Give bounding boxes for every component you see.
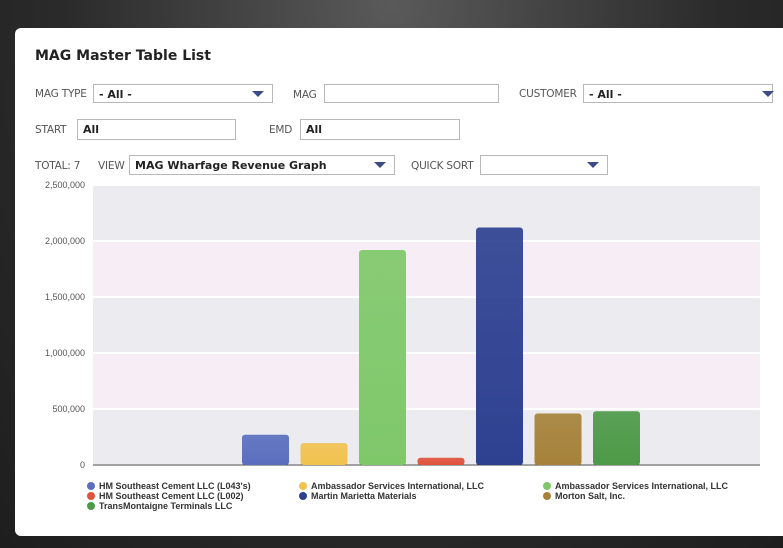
revenue-bar-chart: 0 500,000 1,000,000 1,500,000 2,000,000 2,500… (45, 180, 760, 470)
customer-label: CUSTOMER (519, 88, 577, 100)
customer-select[interactable]: - All - (583, 84, 774, 103)
chevron-down-icon (252, 91, 264, 97)
legend-marker (87, 492, 95, 500)
bar-1 (242, 434, 289, 465)
customer-value: - All - (589, 88, 622, 101)
start-input[interactable]: All (77, 119, 236, 140)
legend-marker (543, 492, 551, 500)
start-label: START (35, 124, 67, 136)
end-input[interactable]: All (300, 119, 460, 140)
legend-item: Ambassador Services International, LLC (299, 481, 484, 491)
legend-marker (87, 502, 95, 510)
end-label: EMD (269, 124, 293, 136)
legend-label: HM Southeast Cement LLC (L002) (99, 491, 244, 501)
mag-type-value: - All - (99, 88, 132, 101)
legend-item: TransMontaigne Terminals LLC (87, 501, 232, 511)
y-tick-label: 2,000,000 (45, 236, 85, 246)
view-select[interactable]: MAG Wharfage Revenue Graph (129, 155, 395, 175)
y-tick-label: 1,000,000 (45, 348, 85, 358)
quick-sort-label: QUICK SORT (411, 160, 474, 172)
legend-item: Ambassador Services International, LLC (543, 481, 728, 491)
mag-input[interactable] (324, 84, 499, 103)
legend-label: TransMontaigne Terminals LLC (99, 501, 233, 511)
page-title: MAG Master Table List (35, 48, 211, 64)
view-label: VIEW (98, 160, 125, 172)
bar-6 (534, 413, 582, 465)
y-tick-label: 500,000 (52, 404, 85, 414)
bar-7 (593, 411, 640, 465)
legend-label: HM Southeast Cement LLC (L043's) (99, 481, 251, 491)
total-count: TOTAL: 7 (35, 160, 81, 172)
legend-label: Ambassador Services International, LLC (555, 481, 729, 491)
main-panel: MAG Master Table List MAG TYPE - All - M… (15, 28, 783, 536)
y-tick-label: 0 (80, 460, 85, 470)
mag-label: MAG (293, 89, 317, 101)
view-value: MAG Wharfage Revenue Graph (135, 159, 327, 172)
bar-5 (476, 227, 523, 465)
legend-marker (87, 482, 95, 490)
legend-label: Martin Marietta Materials (311, 491, 417, 501)
legend-marker (299, 492, 307, 500)
legend-item: HM Southeast Cement LLC (L002) (87, 491, 244, 501)
legend-marker (299, 482, 307, 490)
legend-item: HM Southeast Cement LLC (L043's) (87, 481, 251, 491)
grid-band (93, 297, 760, 353)
grid-band (93, 185, 760, 241)
quick-sort-select[interactable] (480, 155, 608, 175)
bar-2 (300, 443, 348, 465)
mag-type-select[interactable]: - All - (93, 84, 273, 103)
chevron-down-icon (587, 162, 599, 168)
mag-type-label: MAG TYPE (35, 88, 87, 100)
legend-item: Martin Marietta Materials (299, 491, 417, 501)
grid-band (93, 409, 760, 465)
legend-label: Ambassador Services International, LLC (311, 481, 485, 491)
legend-item: Morton Salt, Inc. (543, 491, 625, 501)
bar-3 (359, 249, 406, 465)
y-tick-label: 1,500,000 (45, 292, 85, 302)
chevron-down-icon (762, 91, 774, 97)
chevron-down-icon (374, 162, 386, 168)
y-tick-label: 2,500,000 (45, 180, 85, 190)
screen-frame: MAG Master Table List MAG TYPE - All - M… (0, 0, 783, 548)
bar-4 (417, 457, 465, 465)
legend-marker (543, 482, 551, 490)
legend-label: Morton Salt, Inc. (555, 491, 626, 501)
